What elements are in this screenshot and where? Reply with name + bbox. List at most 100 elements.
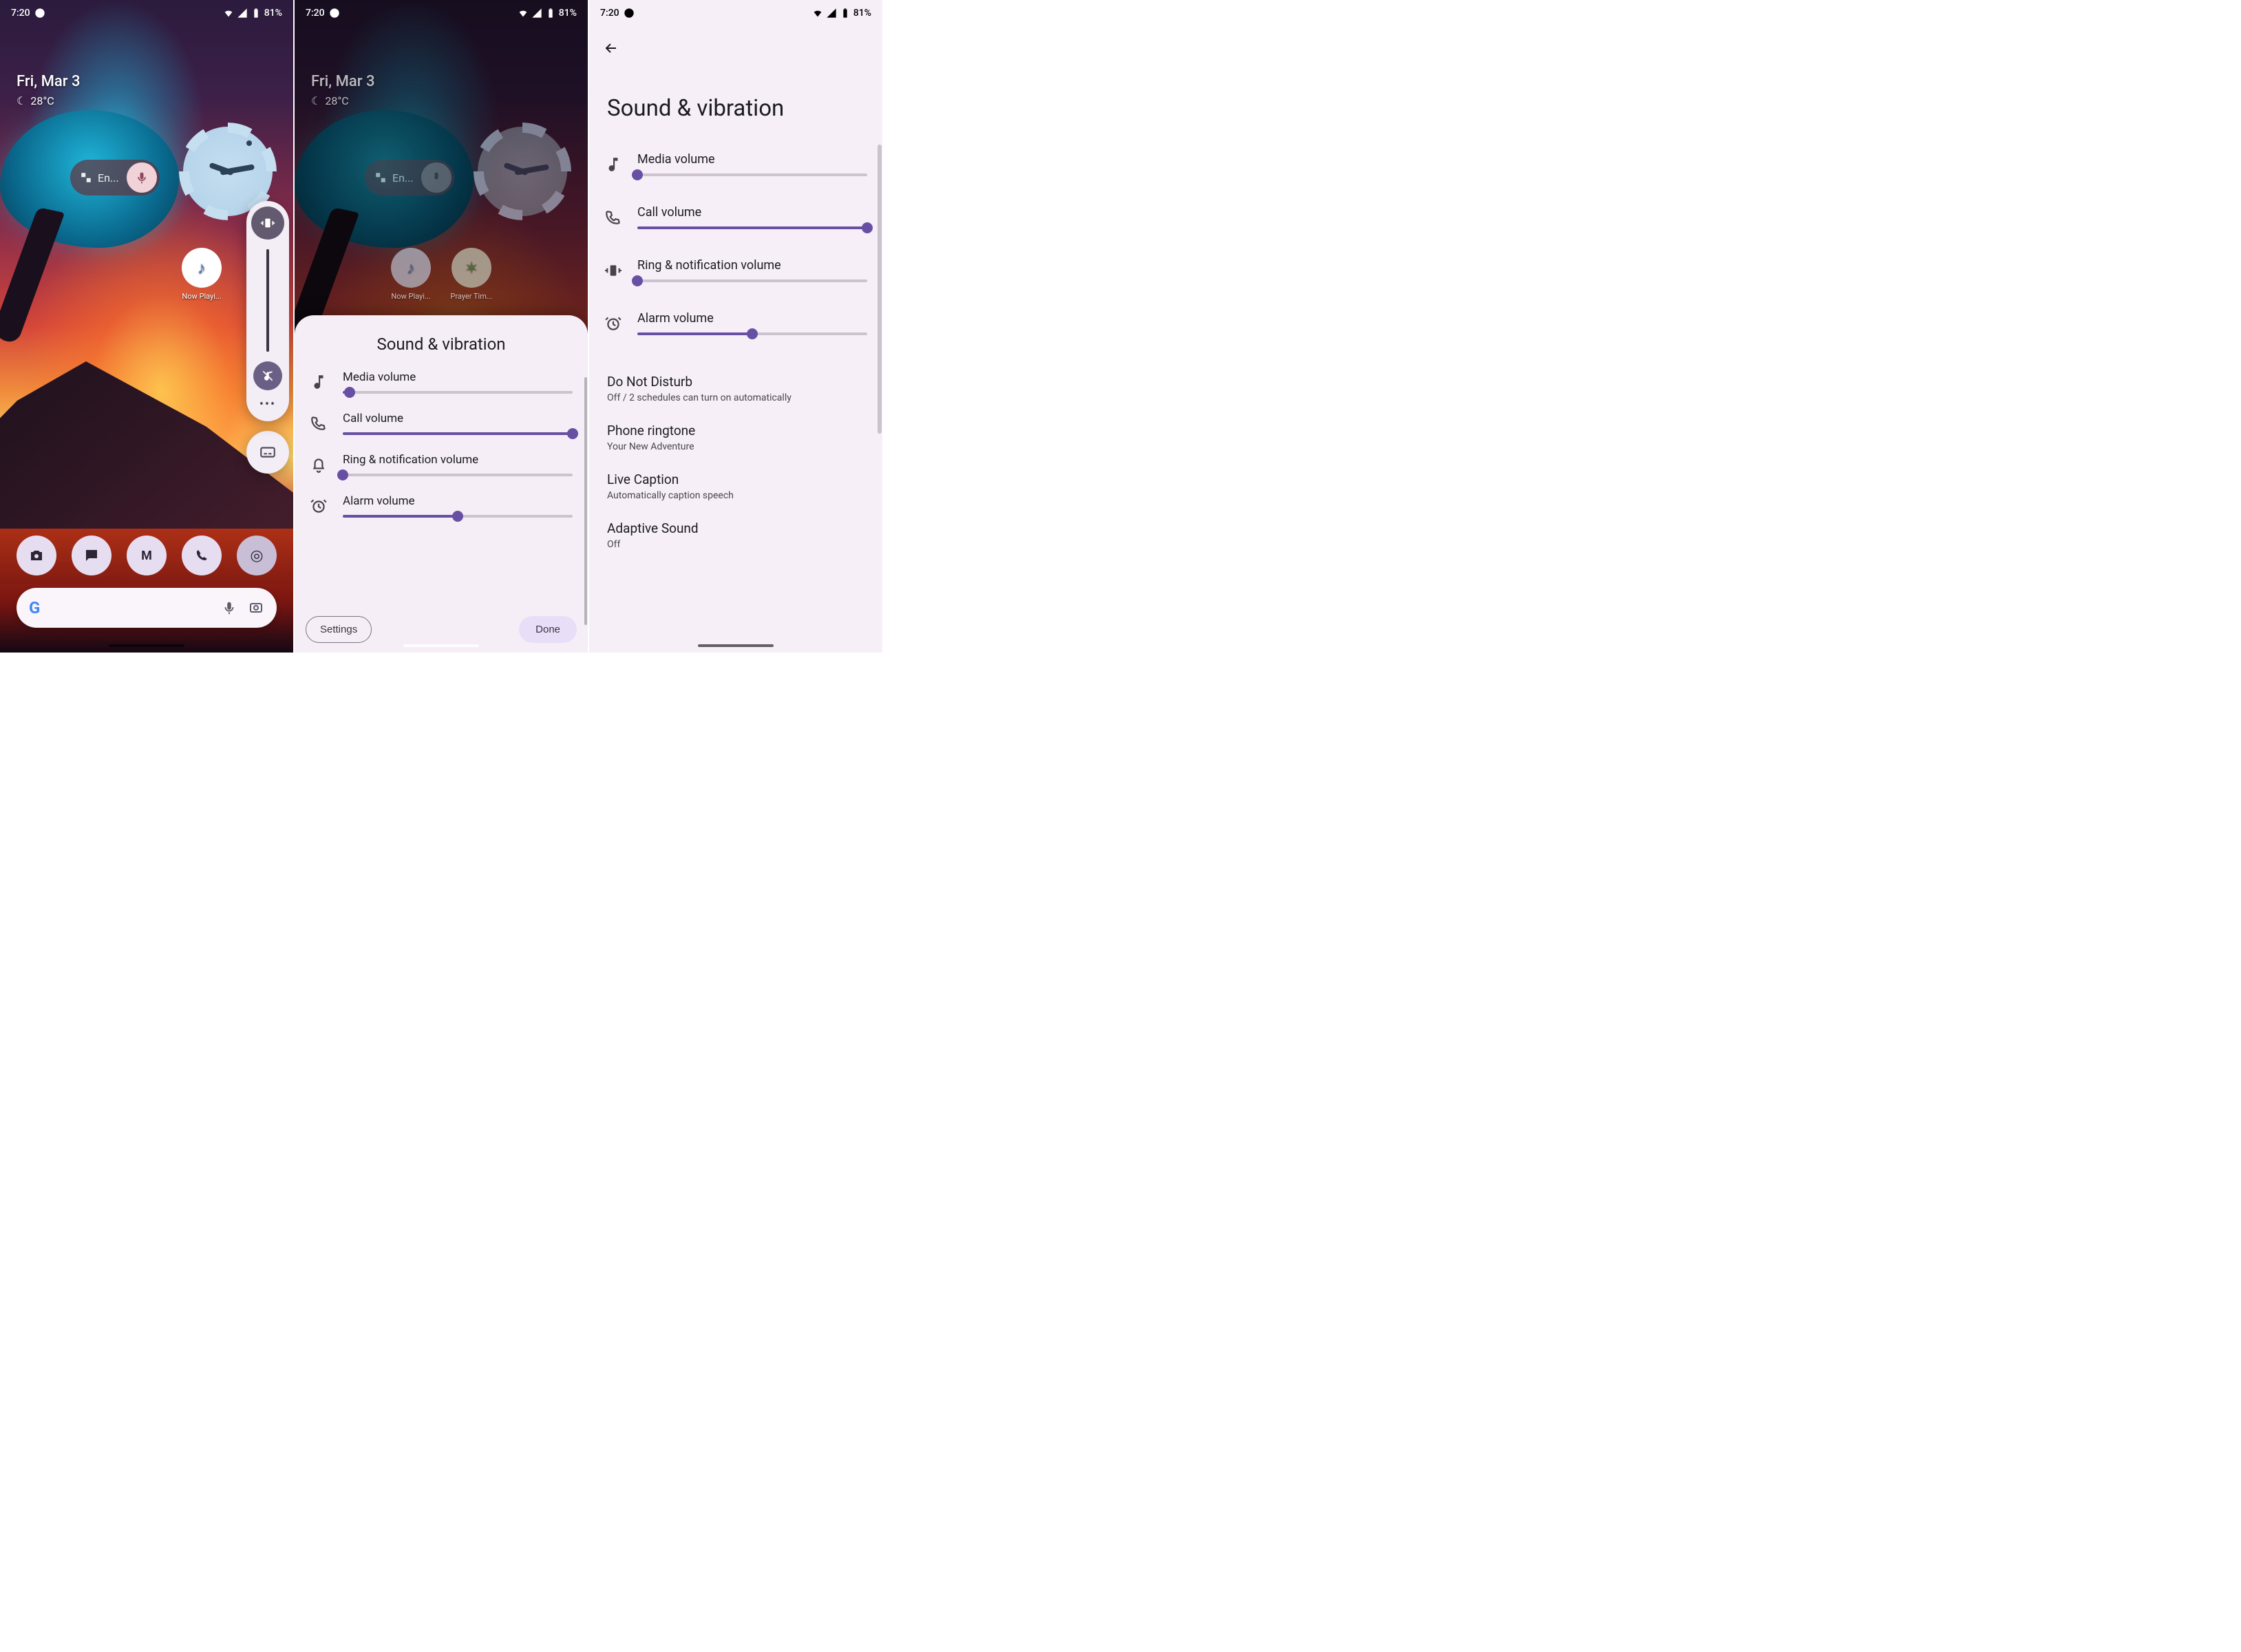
music-note-icon <box>604 156 622 173</box>
slider-label: Call volume <box>343 412 573 425</box>
app-now-playing[interactable]: ♪ Now Playi... <box>180 248 223 301</box>
media-volume-slider[interactable] <box>343 391 573 394</box>
screen-sound-settings: 7:20 81% Sound & vibration Media volume <box>589 0 884 653</box>
arrow-left-icon <box>603 40 619 56</box>
pref-adaptive-sound[interactable]: Adaptive Sound Off <box>589 511 882 560</box>
dock-messages[interactable] <box>72 536 111 575</box>
mic-icon <box>135 171 149 184</box>
pref-subtitle: Your New Adventure <box>607 441 864 452</box>
row-ring-volume: Ring & notification volume <box>589 258 882 282</box>
vibrate-icon <box>604 262 622 279</box>
slider-label: Media volume <box>343 370 573 384</box>
pref-ringtone[interactable]: Phone ringtone Your New Adventure <box>589 413 882 462</box>
alarm-icon <box>310 497 328 515</box>
ringer-mode-button[interactable] <box>251 206 284 240</box>
dock: M ◎ <box>0 536 293 575</box>
home-app-row: ♪ Now Playi... ✶ Prayer Tim... <box>295 248 588 301</box>
alarm-volume-slider[interactable] <box>343 515 573 518</box>
date-text: Fri, Mar 3 <box>311 73 374 90</box>
row-media-volume: Media volume <box>589 152 882 176</box>
settings-button[interactable]: Settings <box>306 616 372 643</box>
alarm-icon <box>604 315 622 332</box>
translate-widget[interactable]: En... <box>70 160 160 195</box>
volume-panel: ••• <box>246 201 289 421</box>
row-media-volume: Media volume <box>310 370 573 394</box>
status-time: 7:20 <box>11 8 30 19</box>
lens-icon[interactable] <box>248 600 264 616</box>
pref-live-caption[interactable]: Live Caption Automatically caption speec… <box>589 462 882 511</box>
slider-label: Media volume <box>637 152 867 167</box>
app-label: Now Playi... <box>390 292 432 301</box>
music-note-icon: ♪ <box>198 258 206 278</box>
signal-icon <box>826 8 837 19</box>
translate-mic-button <box>421 162 452 193</box>
wifi-icon <box>812 8 823 19</box>
row-call-volume: Call volume <box>589 205 882 229</box>
volume-slider[interactable] <box>266 249 269 352</box>
sheet-title: Sound & vibration <box>310 335 573 354</box>
translate-widget: En... <box>365 160 454 195</box>
pref-dnd[interactable]: Do Not Disturb Off / 2 schedules can tur… <box>589 364 882 413</box>
status-time: 7:20 <box>600 8 619 19</box>
nav-handle[interactable] <box>109 644 184 647</box>
camera-icon <box>28 547 45 564</box>
wifi-icon <box>223 8 234 19</box>
ring-volume-slider[interactable] <box>343 474 573 476</box>
date-weather-widget[interactable]: Fri, Mar 3 ☾ 28°C <box>311 73 374 107</box>
done-button[interactable]: Done <box>519 616 577 643</box>
caption-icon <box>259 443 277 461</box>
phone-icon <box>193 547 210 564</box>
row-alarm-volume: Alarm volume <box>310 494 573 518</box>
media-mute-button[interactable] <box>253 361 282 390</box>
messenger-icon <box>624 8 635 19</box>
row-ring-volume: Ring & notification volume <box>310 453 573 476</box>
google-search-bar[interactable]: G <box>17 588 277 628</box>
dock-camera[interactable] <box>17 536 56 575</box>
app-prayer: ✶ Prayer Tim... <box>450 248 493 301</box>
gmail-icon: M <box>141 549 152 563</box>
dock-phone[interactable] <box>182 536 222 575</box>
mic-icon <box>429 171 443 184</box>
mic-icon[interactable] <box>222 600 237 615</box>
translate-language: En... <box>98 171 119 184</box>
app-label: Now Playi... <box>180 292 223 301</box>
translate-icon <box>374 171 387 184</box>
pref-subtitle: Automatically caption speech <box>607 490 864 501</box>
moon-icon: ☾ <box>17 94 26 107</box>
call-volume-slider[interactable] <box>637 226 867 229</box>
temperature: 28°C <box>325 94 348 107</box>
alarm-volume-slider[interactable] <box>637 332 867 335</box>
call-volume-slider[interactable] <box>343 432 573 435</box>
back-button[interactable] <box>589 28 882 67</box>
music-note-icon: ♪ <box>407 258 415 278</box>
slider-label: Ring & notification volume <box>343 453 573 467</box>
slider-label: Ring & notification volume <box>637 258 867 273</box>
row-alarm-volume: Alarm volume <box>589 311 882 335</box>
star-icon: ✶ <box>465 258 478 277</box>
phone-icon <box>604 209 622 226</box>
signal-icon <box>531 8 542 19</box>
nav-handle[interactable] <box>698 644 774 647</box>
date-weather-widget[interactable]: Fri, Mar 3 ☾ 28°C <box>17 73 80 107</box>
row-call-volume: Call volume <box>310 412 573 435</box>
nav-handle[interactable] <box>403 644 479 647</box>
volume-more-button[interactable]: ••• <box>259 397 276 416</box>
dock-gmail[interactable]: M <box>127 536 167 575</box>
translate-mic-button[interactable] <box>127 162 157 193</box>
battery-icon <box>251 8 262 19</box>
live-caption-toggle[interactable] <box>246 431 289 474</box>
dock-chrome[interactable]: ◎ <box>237 536 277 575</box>
screen-home-volume: 7:20 81% Fri, Mar 3 ☾ 28°C En... ♪ Now <box>0 0 295 653</box>
chrome-icon: ◎ <box>250 547 263 564</box>
translate-icon <box>80 171 92 184</box>
slider-label: Alarm volume <box>343 494 573 508</box>
ring-volume-slider[interactable] <box>637 279 867 282</box>
moon-icon: ☾ <box>311 94 321 107</box>
status-bar: 7:20 81% <box>0 0 293 22</box>
clock-widget <box>478 127 567 216</box>
music-note-icon <box>310 373 328 391</box>
media-volume-slider[interactable] <box>637 173 867 176</box>
pref-title: Do Not Disturb <box>607 374 864 390</box>
temperature: 28°C <box>30 94 54 107</box>
screen-volume-sheet: 7:20 81% Fri, Mar 3 ☾ 28°C En... ♪ Now P… <box>295 0 589 653</box>
